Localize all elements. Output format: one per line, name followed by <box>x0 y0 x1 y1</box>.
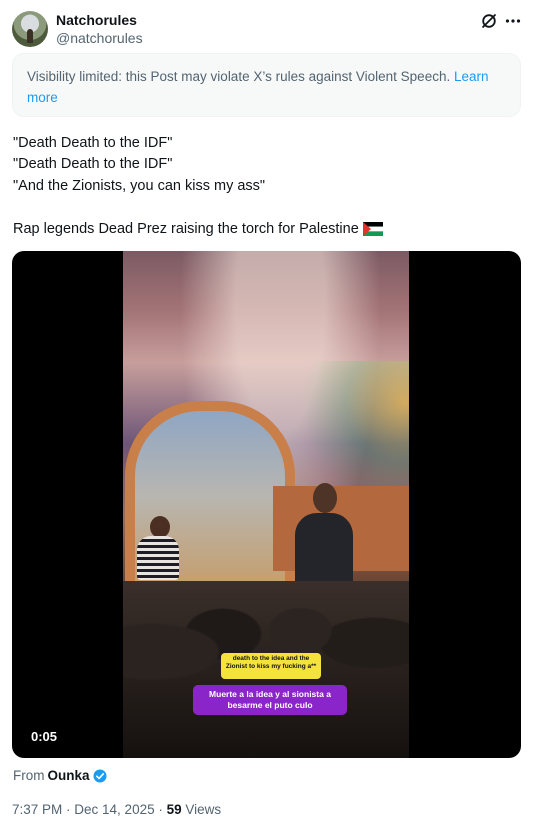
caption-english: death to the idea and the Zionist to kis… <box>221 653 321 679</box>
caption-spanish: Muerte a la idea y al sionista a besarme… <box>193 685 347 715</box>
post-line-1: "Death Death to the IDF" <box>13 135 173 151</box>
palestine-flag-icon <box>362 222 383 236</box>
dj-figure <box>137 536 179 580</box>
verified-badge-icon <box>93 769 107 783</box>
post-line-2: "Death Death to the IDF" <box>13 156 173 172</box>
notice-text: Visibility limited: this Post may violat… <box>27 69 454 84</box>
post-line-4-text: Rap legends Dead Prez raising the torch … <box>13 221 359 237</box>
post-meta: 7:37 PM · Dec 14, 2025 · 59 Views <box>12 802 222 817</box>
author-handle[interactable]: @natchorules <box>56 29 143 47</box>
views-label: Views <box>185 802 222 817</box>
author-name[interactable]: Natchorules <box>56 11 137 29</box>
post-date[interactable]: Dec 14, 2025 <box>74 802 154 817</box>
more-icon[interactable] <box>502 10 524 32</box>
source-name[interactable]: Ounka <box>48 767 90 785</box>
video-timestamp: 0:05 <box>25 725 64 749</box>
source-attribution: From Ounka <box>13 767 107 785</box>
grok-icon[interactable] <box>478 10 500 32</box>
post-line-4: Rap legends Dead Prez raising the torch … <box>13 219 383 239</box>
source-prefix: From <box>13 768 45 783</box>
post-time[interactable]: 7:37 PM <box>12 802 62 817</box>
views-count[interactable]: 59 <box>167 802 182 817</box>
post-line-3: "And the Zionists, you can kiss my ass" <box>13 178 266 194</box>
video-frame[interactable]: death to the idea and the Zionist to kis… <box>123 251 409 758</box>
avatar[interactable] <box>12 11 48 47</box>
video-player[interactable]: death to the idea and the Zionist to kis… <box>12 251 521 758</box>
visibility-notice: Visibility limited: this Post may violat… <box>12 53 521 117</box>
